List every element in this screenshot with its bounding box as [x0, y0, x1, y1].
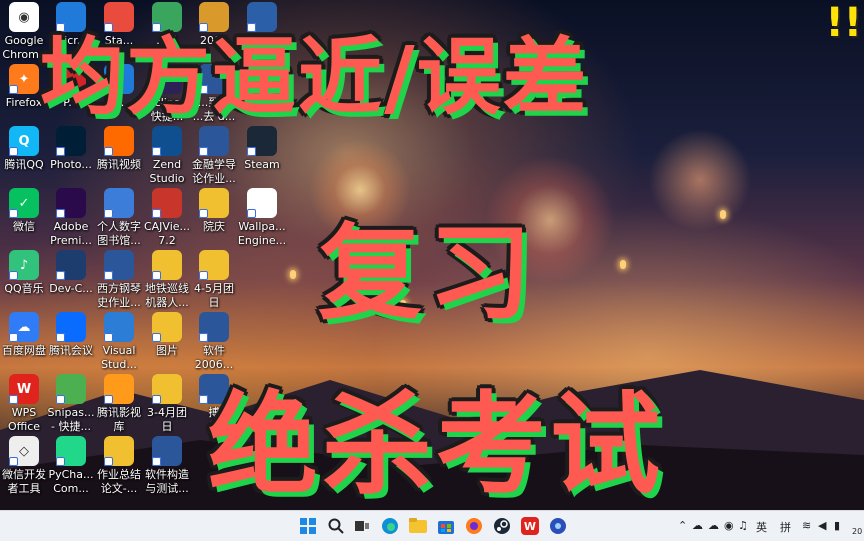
- app-icon: ◇: [9, 436, 39, 466]
- ime-language[interactable]: 英: [756, 519, 767, 535]
- app-icon: [56, 188, 86, 218]
- app-icon: ✓: [9, 188, 39, 218]
- app-icon: [199, 250, 229, 280]
- app-icon: [56, 374, 86, 404]
- firefox-icon[interactable]: [464, 516, 484, 536]
- app-icon: ☁: [9, 312, 39, 342]
- tray-cloud2-icon[interactable]: ☁: [708, 519, 719, 532]
- app-icon: [104, 188, 134, 218]
- file-explorer-icon[interactable]: [408, 516, 428, 536]
- app-icon: [152, 436, 182, 466]
- lantern: [620, 260, 626, 269]
- app-icon: [199, 188, 229, 218]
- app-icon: ◉: [9, 2, 39, 32]
- app-icon: [152, 188, 182, 218]
- app-icon: [152, 374, 182, 404]
- desktop-icon-label: Wallpa... Engine...: [237, 220, 287, 247]
- overlay-exclamation: !!: [825, 0, 862, 46]
- app-icon: [152, 312, 182, 342]
- tray-cloud-icon[interactable]: ☁: [692, 519, 703, 532]
- edge-icon[interactable]: [380, 516, 400, 536]
- tray-mic-icon[interactable]: ♫: [738, 519, 748, 532]
- overlay-title-line3: 绝杀考试: [208, 381, 664, 509]
- store-icon[interactable]: [436, 516, 456, 536]
- clock[interactable]: 20: [852, 527, 862, 536]
- desktop-icon[interactable]: Steam: [232, 126, 292, 188]
- desktop-icon[interactable]: Wallpa... Engine...: [232, 188, 292, 250]
- app-icon: W: [9, 374, 39, 404]
- wifi-icon[interactable]: ≋: [802, 519, 811, 532]
- browser-dev-icon[interactable]: [548, 516, 568, 536]
- search-icon[interactable]: [326, 516, 346, 536]
- overlay-title-line1: 均方逼近/误差: [40, 28, 589, 126]
- ime-mode[interactable]: 拼: [780, 519, 791, 535]
- desktop-icon-label: 软件构造 与测试...: [145, 468, 189, 495]
- desktop-icon[interactable]: 软件构造 与测试...: [137, 436, 197, 498]
- app-icon: [56, 436, 86, 466]
- lantern: [720, 210, 726, 219]
- app-icon: ✦: [9, 64, 39, 94]
- app-icon: [199, 312, 229, 342]
- svg-text:W: W: [524, 520, 536, 533]
- desktop-icon[interactable]: 4-5月团 日: [184, 250, 244, 312]
- wps-icon[interactable]: W: [520, 516, 540, 536]
- desktop-icon-label: Steam: [244, 158, 280, 171]
- app-icon: ♪: [9, 250, 39, 280]
- app-icon: Q: [9, 126, 39, 156]
- taskbar: W ⌃ ☁ ☁ ◉ ♫ 英 拼 ≋ ◀ ▮ 20: [0, 510, 864, 541]
- app-icon: [56, 250, 86, 280]
- windows-start-icon[interactable]: [298, 516, 318, 536]
- tray-network-icon[interactable]: ◉: [724, 519, 734, 532]
- steam-icon[interactable]: [492, 516, 512, 536]
- app-icon: [152, 250, 182, 280]
- desktop-wallpaper: ◉ Google Chrome Micr... Sta... ...机 2006 加速器 ✦ F…: [0, 0, 864, 510]
- lantern: [290, 270, 296, 279]
- app-icon: [56, 312, 86, 342]
- app-icon: [104, 250, 134, 280]
- task-view-icon[interactable]: [352, 516, 372, 536]
- app-icon: [104, 312, 134, 342]
- app-icon: [247, 188, 277, 218]
- app-icon: [104, 374, 134, 404]
- battery-icon[interactable]: ▮: [834, 519, 840, 532]
- firework-burst: [640, 120, 760, 240]
- overlay-title-line2: 复习: [318, 212, 539, 334]
- tray-chevron-icon[interactable]: ⌃: [678, 519, 687, 532]
- app-icon: [104, 436, 134, 466]
- volume-icon[interactable]: ◀: [818, 519, 826, 532]
- desktop-icon-label: 4-5月团 日: [194, 282, 234, 309]
